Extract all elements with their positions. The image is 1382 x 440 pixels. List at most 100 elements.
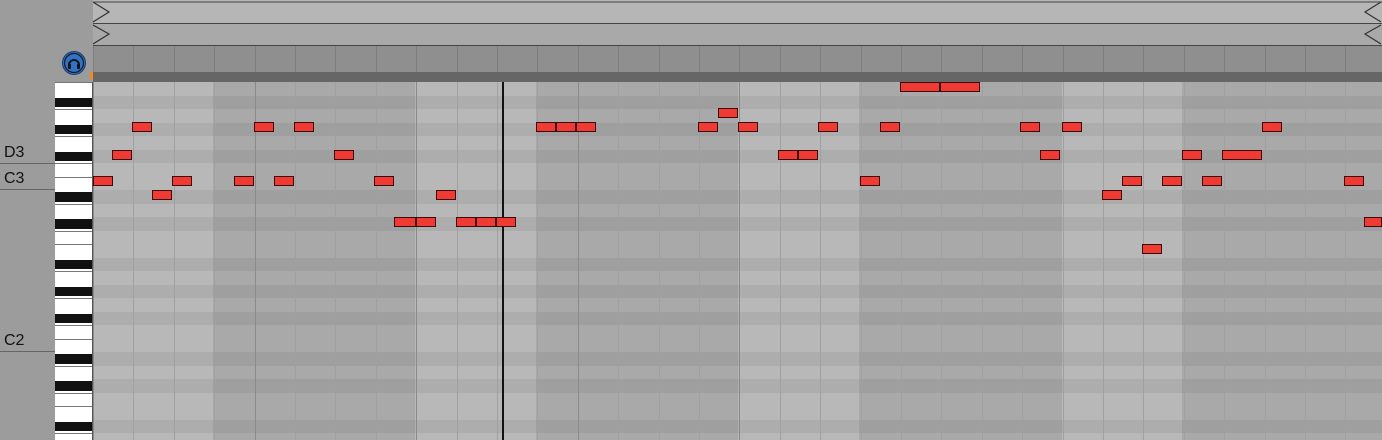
ruler-tick (457, 46, 458, 72)
black-key[interactable] (55, 381, 92, 391)
preview-button[interactable] (62, 51, 86, 75)
grid-line (1224, 82, 1225, 440)
midi-note[interactable] (1102, 190, 1122, 200)
ruler-tick (578, 46, 579, 72)
grid-line (699, 82, 700, 440)
headphone-icon (63, 52, 85, 74)
midi-note[interactable] (496, 217, 516, 227)
ruler-tick (93, 46, 94, 72)
midi-note[interactable] (1182, 150, 1202, 160)
left-panel: D3 C3 C2 (0, 0, 55, 440)
midi-note[interactable] (818, 122, 838, 132)
midi-note[interactable] (1162, 176, 1182, 186)
ruler-tick (982, 46, 983, 72)
black-key[interactable] (55, 124, 92, 134)
black-key-row (93, 352, 1382, 366)
midi-note[interactable] (798, 150, 818, 160)
ruler-tick (861, 46, 862, 72)
midi-note[interactable] (394, 217, 416, 227)
ruler-tick (335, 46, 336, 72)
midi-note[interactable] (1040, 150, 1060, 160)
midi-note[interactable] (1262, 122, 1282, 132)
ruler-tick (497, 46, 498, 72)
start-end-lane[interactable] (93, 24, 1382, 46)
black-key[interactable] (55, 97, 92, 107)
midi-note[interactable] (778, 150, 798, 160)
black-key[interactable] (55, 259, 92, 269)
midi-note[interactable] (1122, 176, 1142, 186)
ruler-tick (295, 46, 296, 72)
grid-line (133, 82, 134, 440)
midi-note[interactable] (254, 122, 274, 132)
grid-line (335, 82, 336, 440)
midi-note[interactable] (334, 150, 354, 160)
time-ruler[interactable] (93, 46, 1382, 72)
midi-note[interactable] (476, 217, 496, 227)
black-key-row (93, 190, 1382, 204)
midi-note[interactable] (93, 176, 113, 186)
midi-note[interactable] (1364, 217, 1382, 227)
midi-note[interactable] (274, 176, 294, 186)
pitch-label-c3: C3 (4, 170, 25, 187)
midi-note[interactable] (436, 190, 456, 200)
black-key[interactable] (55, 313, 92, 323)
midi-note[interactable] (416, 217, 436, 227)
loop-brace-lane[interactable] (93, 0, 1382, 24)
midi-note[interactable] (112, 150, 132, 160)
piano-keyboard[interactable] (55, 82, 93, 440)
midi-note[interactable] (1222, 150, 1262, 160)
midi-note[interactable] (556, 122, 576, 132)
black-key[interactable] (55, 286, 92, 296)
ruler-tick (255, 46, 256, 72)
ruler-tick (416, 46, 417, 72)
time-ruler-strip[interactable] (93, 72, 1382, 82)
black-key[interactable] (55, 151, 92, 161)
grid-line (255, 82, 256, 440)
midi-note[interactable] (234, 176, 254, 186)
black-key[interactable] (55, 219, 92, 229)
midi-note[interactable] (698, 122, 718, 132)
midi-note[interactable] (880, 122, 900, 132)
midi-note[interactable] (738, 122, 758, 132)
midi-note[interactable] (172, 176, 192, 186)
midi-note[interactable] (1062, 122, 1082, 132)
midi-note[interactable] (900, 82, 940, 92)
ruler-tick (820, 46, 821, 72)
midi-note[interactable] (940, 82, 980, 92)
midi-note[interactable] (860, 176, 880, 186)
midi-note[interactable] (1344, 176, 1364, 186)
grid-line (739, 82, 740, 440)
midi-note[interactable] (132, 122, 152, 132)
midi-note[interactable] (718, 108, 738, 118)
black-key-row (93, 284, 1382, 298)
black-key[interactable] (55, 192, 92, 202)
midi-note[interactable] (576, 122, 596, 132)
midi-note[interactable] (152, 190, 172, 200)
pitch-label-d3: D3 (4, 144, 25, 161)
ruler-tick (133, 46, 134, 72)
pitch-line-c3 (0, 189, 55, 190)
midi-note[interactable] (1202, 176, 1222, 186)
grid-line (659, 82, 660, 440)
ruler-tick (214, 46, 215, 72)
playhead[interactable] (502, 82, 504, 440)
midi-note[interactable] (536, 122, 556, 132)
ruler-tick (1143, 46, 1144, 72)
black-key[interactable] (55, 354, 92, 364)
black-key-row (93, 95, 1382, 109)
key-divider (55, 136, 92, 137)
note-grid[interactable] (93, 82, 1382, 440)
midi-note[interactable] (456, 217, 476, 227)
midi-note[interactable] (294, 122, 314, 132)
midi-note[interactable] (1020, 122, 1040, 132)
key-divider (55, 231, 92, 232)
midi-note[interactable] (1142, 244, 1162, 254)
midi-note[interactable] (374, 176, 394, 186)
grid-line (1305, 82, 1306, 440)
grid-line (1265, 82, 1266, 440)
grid-line (416, 82, 417, 440)
grid-line (618, 82, 619, 440)
black-key[interactable] (55, 421, 92, 431)
ruler-tick (1184, 46, 1185, 72)
black-key-row (93, 257, 1382, 271)
